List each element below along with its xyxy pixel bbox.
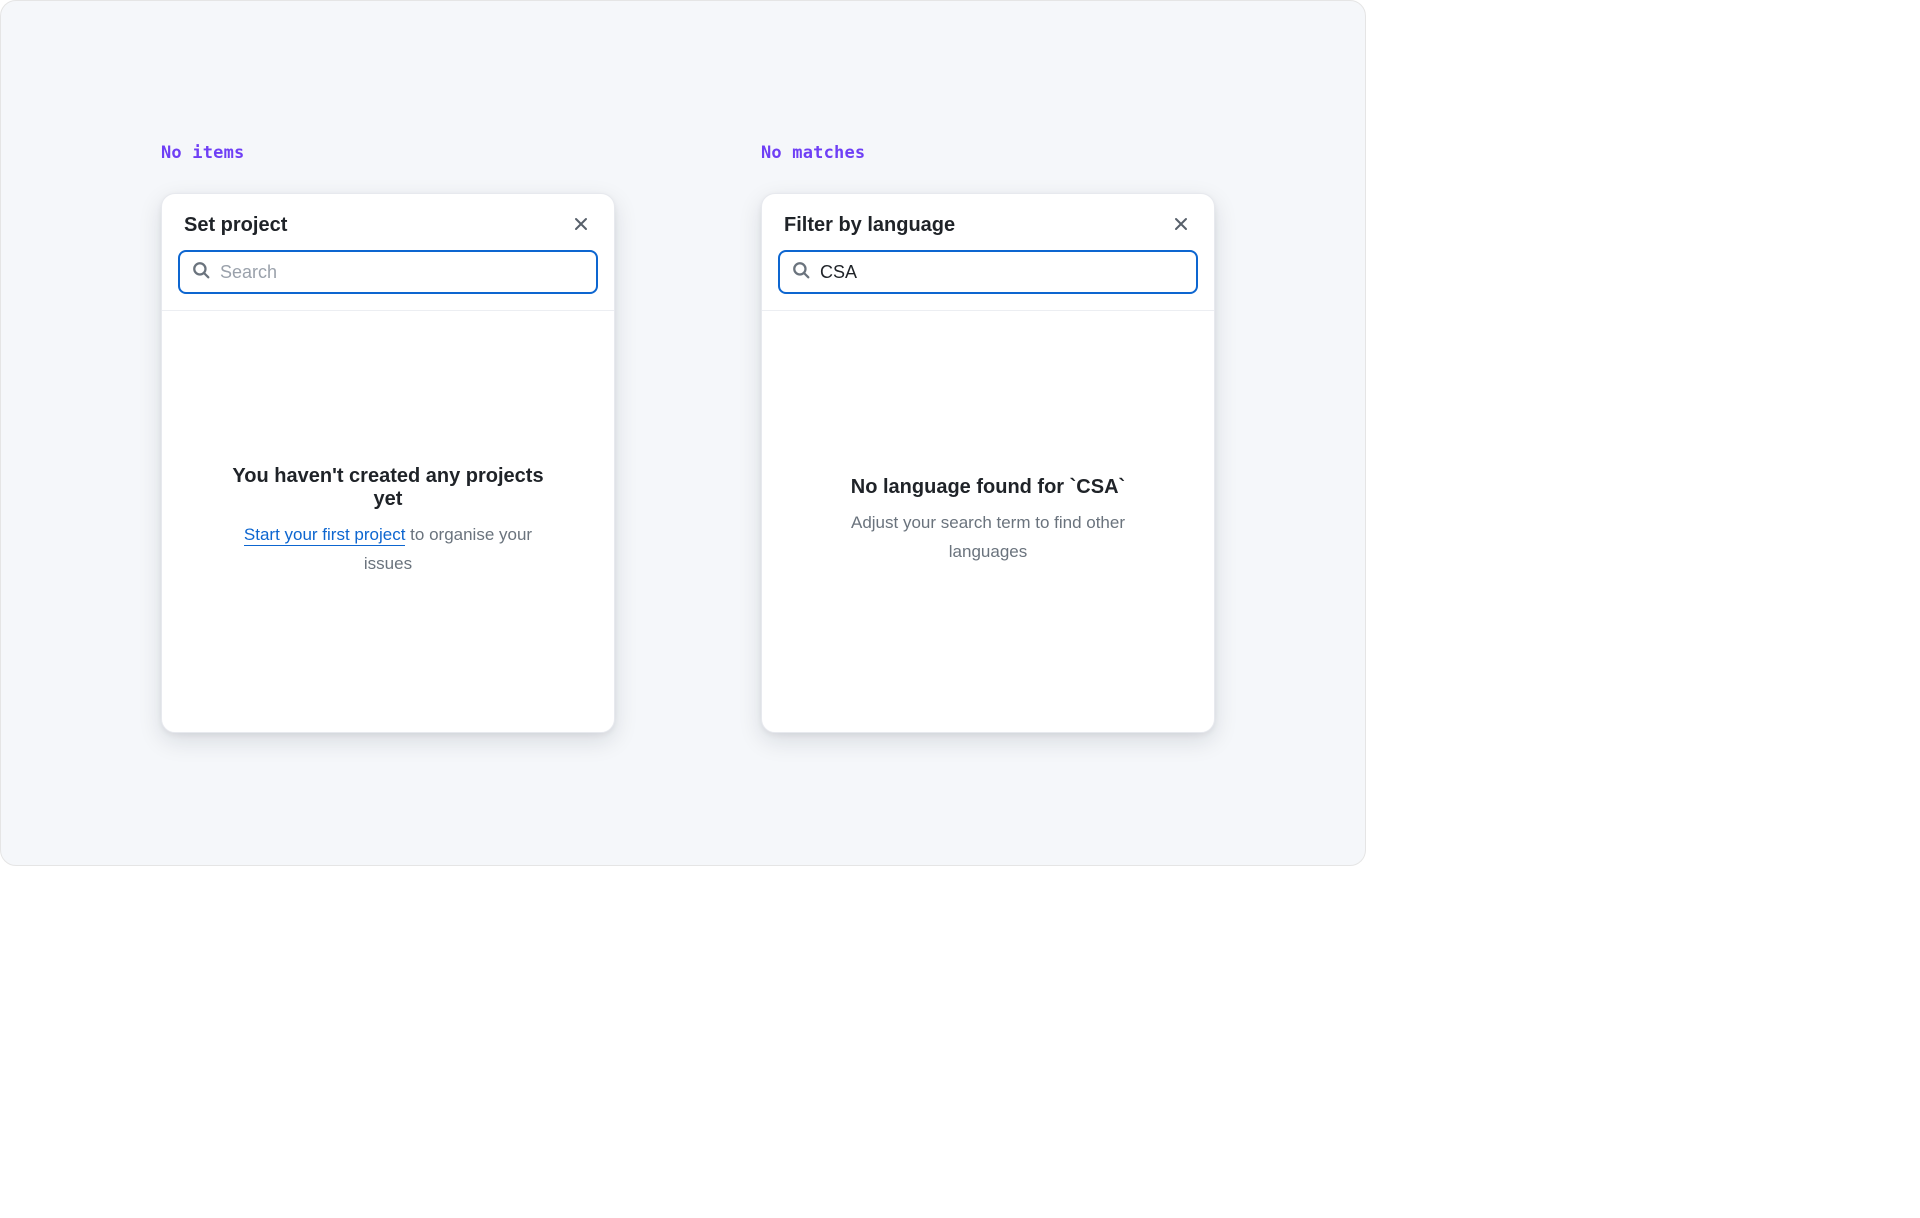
search-input[interactable] [220, 262, 584, 283]
panel-body: No language found for `CSA` Adjust your … [762, 311, 1214, 732]
empty-state-title: You haven't created any projects yet [226, 465, 550, 511]
close-icon [1173, 216, 1189, 235]
section-label-no-items: No items [161, 143, 244, 163]
search-field[interactable] [778, 250, 1198, 294]
empty-state-subtitle: Adjust your search term to find other la… [826, 509, 1150, 567]
panel-body: You haven't created any projects yet Sta… [162, 311, 614, 732]
demo-stage: No items No matches Set project [0, 0, 1366, 866]
empty-state-title: No language found for `CSA` [826, 476, 1150, 499]
panel-set-project: Set project [161, 193, 615, 733]
panel-header: Set project [162, 194, 614, 240]
panel-filter-language: Filter by language [761, 193, 1215, 733]
search-field[interactable] [178, 250, 598, 294]
empty-state: No language found for `CSA` Adjust your … [808, 476, 1168, 567]
search-icon [192, 261, 210, 284]
search-input[interactable] [820, 262, 1184, 283]
close-button[interactable] [1166, 210, 1196, 240]
start-project-link[interactable]: Start your first project [244, 525, 406, 546]
panel-header: Filter by language [762, 194, 1214, 240]
empty-state: You haven't created any projects yet Sta… [208, 465, 568, 579]
search-icon [792, 261, 810, 284]
section-label-no-matches: No matches [761, 143, 865, 163]
panel-title: Set project [184, 214, 287, 237]
panel-title: Filter by language [784, 214, 955, 237]
close-button[interactable] [566, 210, 596, 240]
search-container [762, 240, 1214, 311]
search-container [162, 240, 614, 311]
empty-state-subtitle: Start your first project to organise you… [226, 521, 550, 579]
close-icon [573, 216, 589, 235]
